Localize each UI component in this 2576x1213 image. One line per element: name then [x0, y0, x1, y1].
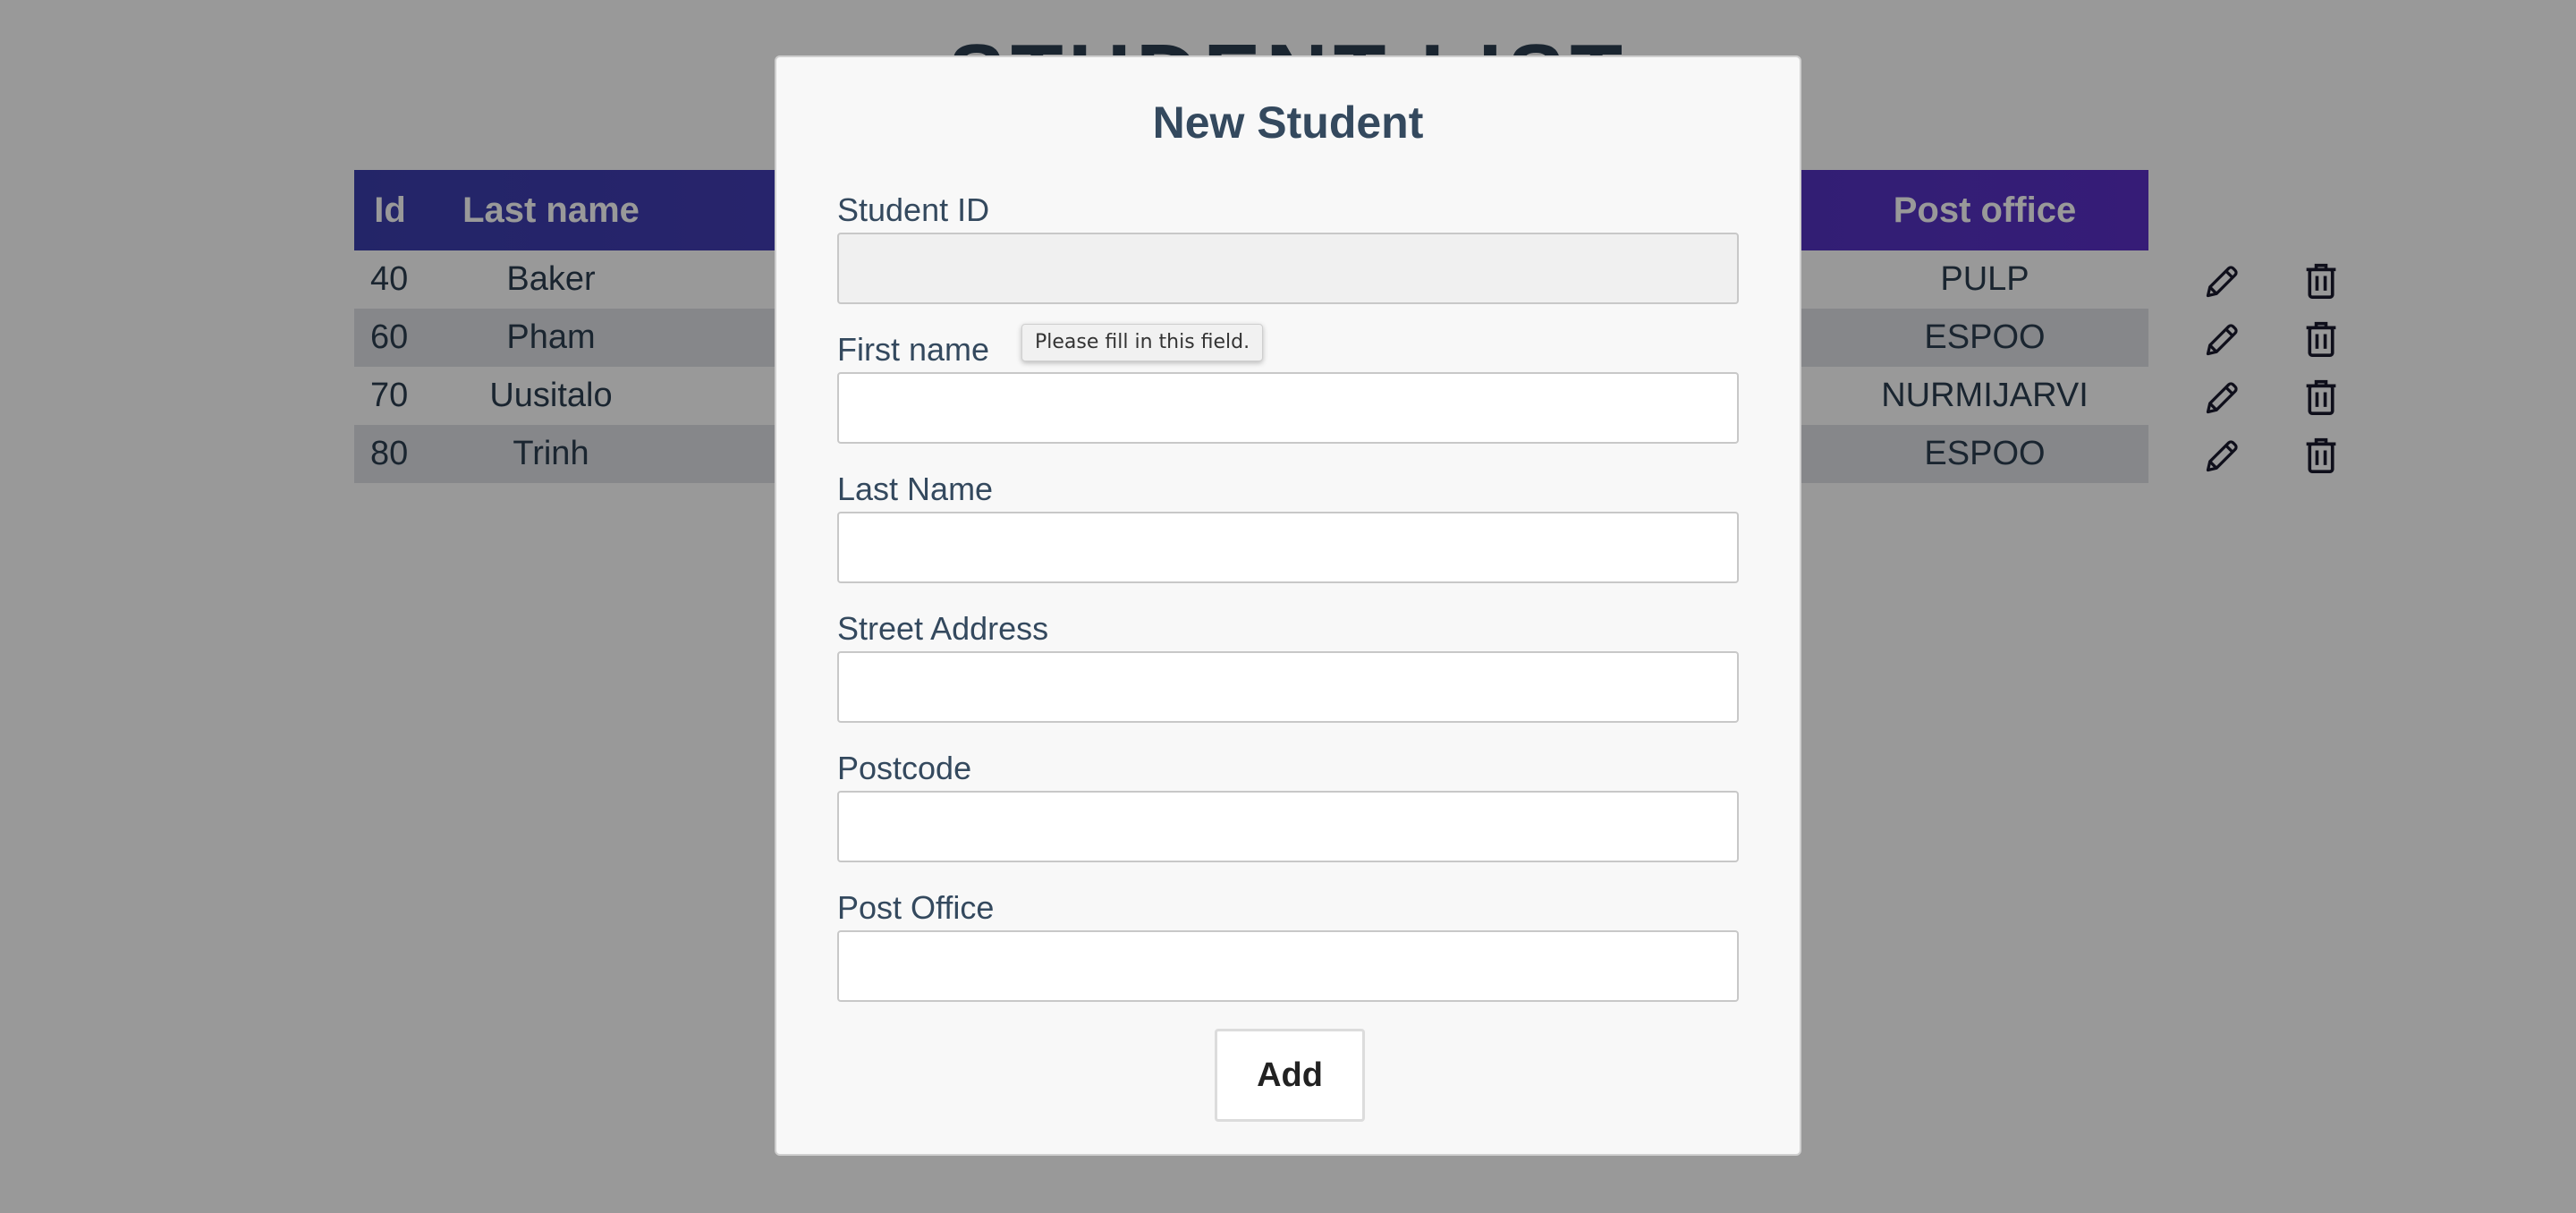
student-id-label: Student ID — [837, 191, 990, 228]
post-office-field[interactable] — [837, 930, 1739, 1002]
street-address-field[interactable] — [837, 651, 1739, 723]
first-name-label: First name — [837, 331, 990, 368]
new-student-dialog: New Student Student ID First name Last N… — [775, 55, 1801, 1156]
validation-tooltip: Please fill in this field. — [1021, 324, 1264, 361]
student-id-field — [837, 233, 1739, 304]
add-button[interactable]: Add — [1215, 1029, 1365, 1122]
street-address-label: Street Address — [837, 610, 1049, 647]
last-name-field[interactable] — [837, 512, 1739, 583]
post-office-label: Post Office — [837, 889, 995, 926]
first-name-field[interactable] — [837, 372, 1739, 444]
last-name-label: Last Name — [837, 471, 994, 507]
dialog-title: New Student — [1152, 98, 1424, 148]
postcode-field[interactable] — [837, 791, 1739, 862]
postcode-label: Postcode — [837, 750, 972, 786]
